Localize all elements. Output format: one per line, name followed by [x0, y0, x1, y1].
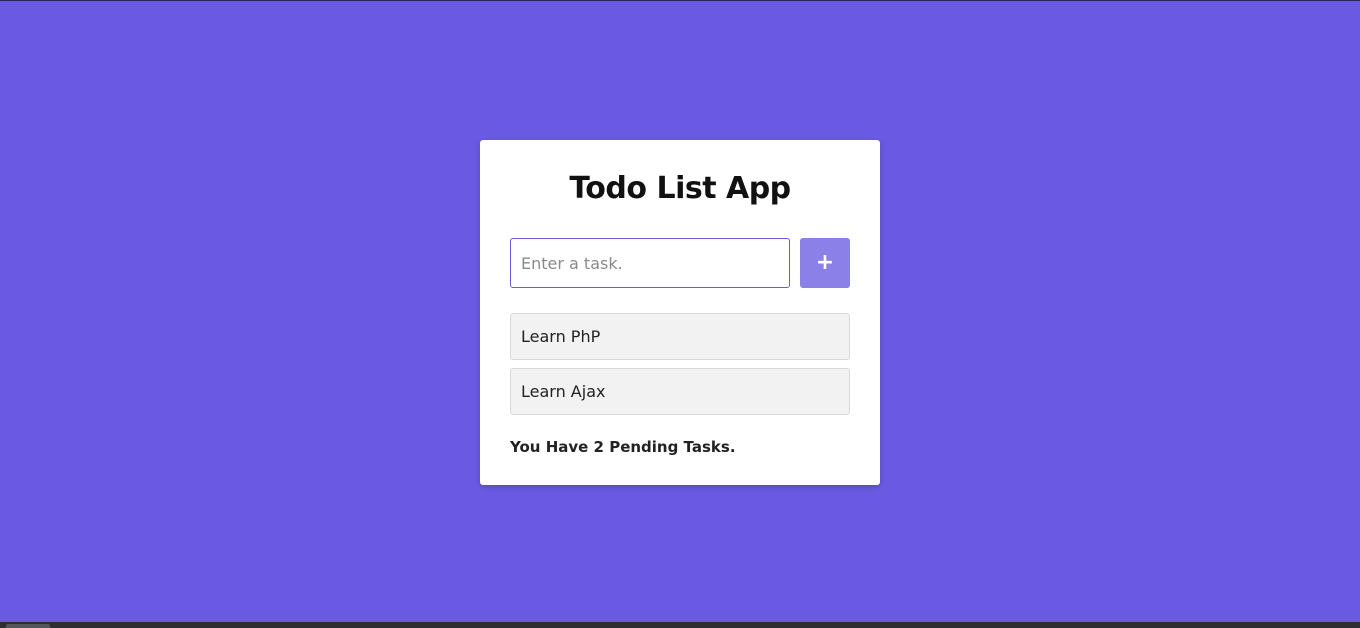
todo-card: Todo List App + Learn PhP Learn Ajax You… [480, 140, 880, 485]
pending-tasks-count: You Have 2 Pending Tasks. [510, 438, 736, 456]
task-item-learn-ajax[interactable]: Learn Ajax [510, 368, 850, 415]
bottom-taskbar [0, 622, 1360, 628]
add-task-button[interactable]: + [800, 238, 850, 288]
page-title: Todo List App [569, 171, 791, 206]
task-label: Learn PhP [521, 327, 601, 346]
task-input[interactable] [510, 238, 790, 288]
task-label: Learn Ajax [521, 382, 606, 401]
taskbar-tab[interactable] [6, 624, 50, 628]
plus-icon: + [815, 250, 835, 275]
task-item-learn-php[interactable]: Learn PhP [510, 313, 850, 360]
task-list: Learn PhP Learn Ajax [510, 313, 850, 423]
window-top-border [0, 0, 1360, 1]
